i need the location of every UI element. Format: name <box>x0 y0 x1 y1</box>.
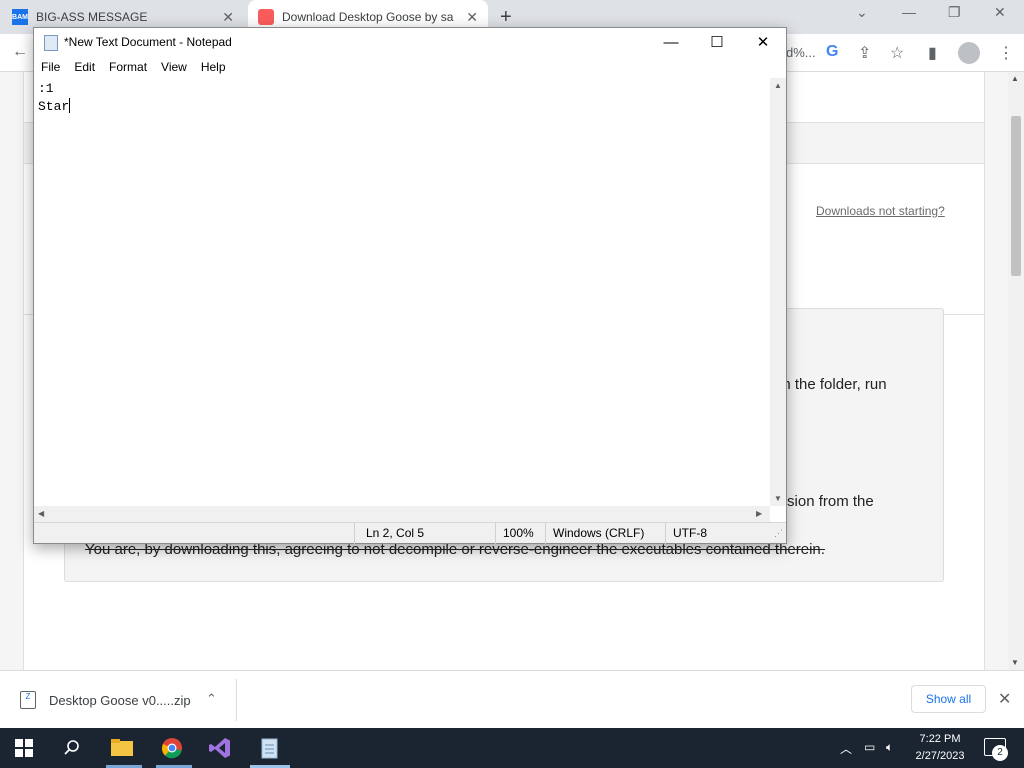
divider <box>354 523 355 544</box>
download-bar: Z Desktop Goose v0.....zip ⌃ Show all ✕ <box>0 670 1024 728</box>
scroll-down-icon[interactable]: ▼ <box>1011 658 1019 667</box>
close-icon[interactable]: ✕ <box>466 9 478 26</box>
itch-icon <box>258 9 274 25</box>
taskbar: ︿ ▭ 🔈︎ 7:22 PM 2/27/2023 2 <box>0 728 1024 768</box>
menu-bar: File Edit Format View Help <box>34 58 786 78</box>
notepad-title-bar[interactable]: *New Text Document - Notepad — ☐ ✕ <box>34 28 786 58</box>
scroll-right-icon[interactable]: ▶ <box>756 509 762 518</box>
bookmark-star-icon[interactable]: ☆ <box>890 43 904 63</box>
editor-horizontal-scrollbar[interactable]: ◀ ▶ <box>34 506 770 522</box>
chevron-up-icon[interactable]: ︿ <box>840 740 852 757</box>
tab-label: BIG-ASS MESSAGE <box>36 10 148 24</box>
text-caret <box>69 98 71 113</box>
restore-icon[interactable]: ❐ <box>948 4 961 21</box>
chevron-up-icon[interactable]: ⌃ <box>206 691 217 707</box>
download-item[interactable]: Desktop Goose v0.....zip <box>49 693 191 708</box>
divider <box>236 679 237 721</box>
page-margin-left <box>0 72 24 670</box>
zip-file-icon: Z <box>20 691 36 709</box>
tab-label: Download Desktop Goose by sa <box>282 10 454 24</box>
share-icon[interactable]: ⇪ <box>858 43 871 63</box>
back-icon[interactable]: ← <box>12 43 28 61</box>
search-icon[interactable] <box>60 736 84 760</box>
file-explorer-icon[interactable] <box>110 736 134 760</box>
divider <box>665 523 666 544</box>
notepad-taskbar-icon[interactable] <box>258 736 282 760</box>
notification-badge: 2 <box>992 745 1008 761</box>
editor-line-current: Star <box>38 98 766 116</box>
chrome-icon[interactable] <box>160 736 184 760</box>
clock[interactable]: 7:22 PM 2/27/2023 <box>912 731 968 765</box>
minimize-icon[interactable]: — <box>902 4 916 20</box>
scroll-left-icon[interactable]: ◀ <box>38 509 44 518</box>
network-icon[interactable]: ▭ <box>864 740 875 754</box>
editor-line: :1 <box>38 81 54 96</box>
new-tab-icon[interactable]: + <box>500 6 512 29</box>
page-margin-right <box>984 72 1008 670</box>
scroll-down-icon[interactable]: ▼ <box>774 494 782 503</box>
tab-search-icon[interactable]: ⌄ <box>856 4 868 21</box>
close-icon[interactable]: ✕ <box>998 689 1011 709</box>
omnibox-fragment[interactable]: d%... <box>786 45 816 60</box>
divider <box>545 523 546 544</box>
notepad-window: *New Text Document - Notepad — ☐ ✕ File … <box>33 27 787 544</box>
scrollbar-thumb[interactable] <box>1011 116 1021 276</box>
close-icon[interactable]: ✕ <box>222 9 234 26</box>
cursor-position: Ln 2, Col 5 <box>366 526 425 540</box>
google-icon[interactable]: G <box>826 43 838 61</box>
divider <box>495 523 496 544</box>
menu-icon[interactable]: ⋮ <box>998 43 1014 63</box>
scroll-up-icon[interactable]: ▲ <box>1011 74 1019 83</box>
visual-studio-icon[interactable] <box>208 736 232 760</box>
status-bar: Ln 2, Col 5 100% Windows (CRLF) UTF-8 ⋰ <box>34 522 786 544</box>
side-panel-icon[interactable]: ▮ <box>928 43 937 63</box>
notepad-app-icon <box>44 35 58 51</box>
menu-edit[interactable]: Edit <box>67 58 102 78</box>
line-ending: Windows (CRLF) <box>553 526 645 540</box>
menu-view[interactable]: View <box>154 58 194 78</box>
tab-favicon: BAM <box>12 9 28 25</box>
maximize-icon[interactable]: ☐ <box>694 31 740 55</box>
page-scrollbar[interactable]: ▲ ▼ <box>1008 72 1024 670</box>
clock-date: 2/27/2023 <box>915 750 965 762</box>
downloads-not-starting-link[interactable]: Downloads not starting? <box>816 204 945 218</box>
menu-format[interactable]: Format <box>102 58 154 78</box>
scroll-up-icon[interactable]: ▲ <box>774 81 782 90</box>
minimize-icon[interactable]: — <box>648 31 694 55</box>
close-window-icon[interactable]: ✕ <box>740 31 786 55</box>
editor-vertical-scrollbar[interactable]: ▲ ▼ <box>770 78 786 506</box>
show-all-button[interactable]: Show all <box>911 685 986 713</box>
text-editor[interactable]: :1 Star <box>34 78 770 506</box>
editor-line-text: Star <box>38 99 70 114</box>
profile-avatar[interactable] <box>958 42 980 64</box>
encoding: UTF-8 <box>673 526 707 540</box>
close-window-icon[interactable]: ✕ <box>994 4 1006 21</box>
menu-help[interactable]: Help <box>194 58 233 78</box>
zoom-level: 100% <box>503 526 534 540</box>
info-text-fragment: en the folder, run <box>774 376 887 393</box>
windows-start-icon[interactable] <box>12 736 36 760</box>
window-title: *New Text Document - Notepad <box>64 35 232 49</box>
clock-time: 7:22 PM <box>919 733 961 745</box>
resize-grip-icon[interactable]: ⋰ <box>774 528 783 539</box>
menu-file[interactable]: File <box>34 58 67 78</box>
volume-icon[interactable]: 🔈︎ <box>886 740 893 755</box>
